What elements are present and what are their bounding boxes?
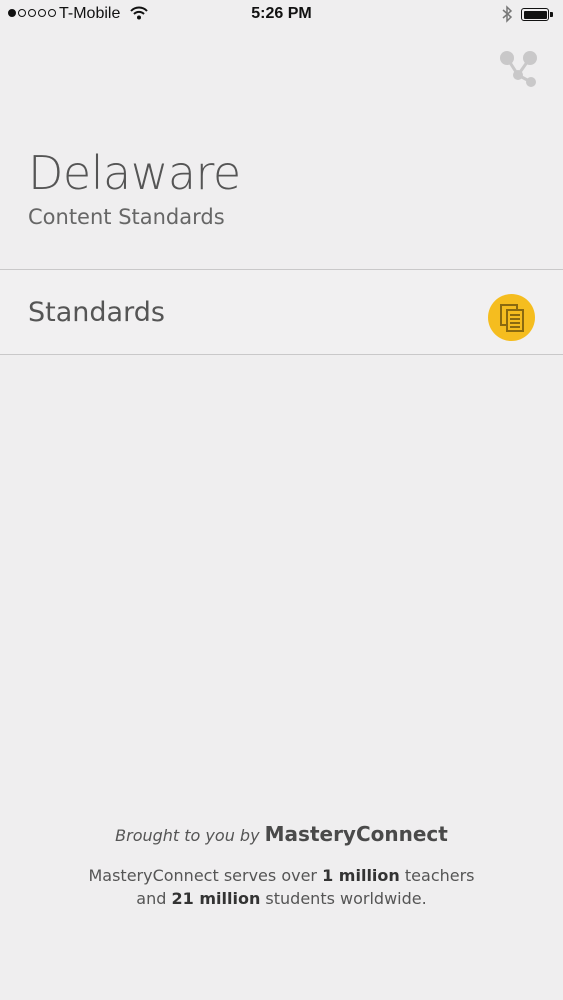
documents-icon bbox=[488, 294, 535, 341]
brand-name: MasteryConnect bbox=[264, 822, 448, 846]
footer-description: MasteryConnect serves over 1 million tea… bbox=[0, 864, 563, 910]
status-bar: T-Mobile 5:26 PM bbox=[0, 0, 563, 30]
share-icon bbox=[500, 51, 537, 87]
desc-line2-prefix: and bbox=[136, 889, 167, 908]
list-item-standards[interactable]: Standards bbox=[0, 269, 563, 355]
bluetooth-icon bbox=[501, 5, 513, 28]
page-title: Delaware bbox=[28, 146, 241, 200]
desc-line2-suffix: students worldwide. bbox=[265, 889, 427, 908]
footer: Brought to you by MasteryConnect Mastery… bbox=[0, 822, 563, 910]
list-item-label: Standards bbox=[28, 297, 165, 328]
attribution-prefix: Brought to you by bbox=[115, 826, 260, 845]
desc-student-count: 21 million bbox=[171, 889, 261, 908]
attribution: Brought to you by MasteryConnect bbox=[0, 822, 563, 846]
desc-line1-suffix: teachers bbox=[404, 866, 475, 885]
share-button[interactable] bbox=[496, 46, 542, 92]
desc-line1-prefix: MasteryConnect serves over bbox=[88, 866, 317, 885]
status-time: 5:26 PM bbox=[251, 5, 312, 22]
battery-icon bbox=[521, 8, 553, 21]
page-subtitle: Content Standards bbox=[28, 205, 225, 229]
desc-teacher-count: 1 million bbox=[322, 866, 400, 885]
